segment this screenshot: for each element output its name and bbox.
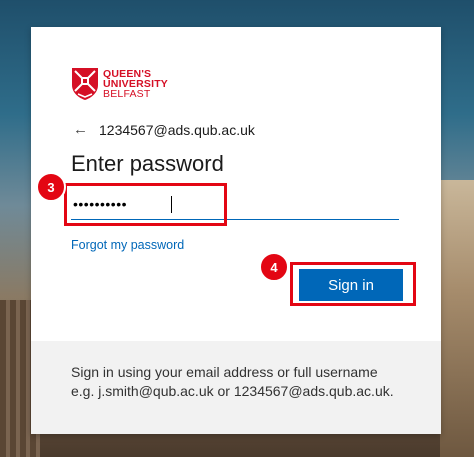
highlight-password-field xyxy=(64,183,227,226)
highlight-sign-in-button xyxy=(290,262,416,306)
step-3-badge: 3 xyxy=(36,172,66,202)
university-name-line3: BELFAST xyxy=(103,88,151,100)
help-text-line2: e.g. j.smith@qub.ac.uk or 1234567@ads.qu… xyxy=(71,383,394,399)
help-text: Sign in using your email address or full… xyxy=(71,363,431,401)
help-text-line1: Sign in using your email address or full… xyxy=(71,364,378,380)
background-building-right xyxy=(440,180,474,457)
university-name: QUEEN'S UNIVERSITY BELFAST xyxy=(103,69,168,100)
help-footer: Sign in using your email address or full… xyxy=(31,341,441,434)
forgot-password-link[interactable]: Forgot my password xyxy=(71,238,184,252)
crest-icon xyxy=(72,68,98,100)
identity-row: ← 1234567@ads.qub.ac.uk xyxy=(73,121,255,138)
arrow-left-icon[interactable]: ← xyxy=(73,121,93,138)
university-logo: QUEEN'S UNIVERSITY BELFAST xyxy=(71,67,168,101)
page-title: Enter password xyxy=(71,151,224,176)
step-4-badge: 4 xyxy=(259,252,289,282)
sign-in-card: QUEEN'S UNIVERSITY BELFAST ← 1234567@ads… xyxy=(31,27,441,434)
identity-email: 1234567@ads.qub.ac.uk xyxy=(99,121,255,138)
